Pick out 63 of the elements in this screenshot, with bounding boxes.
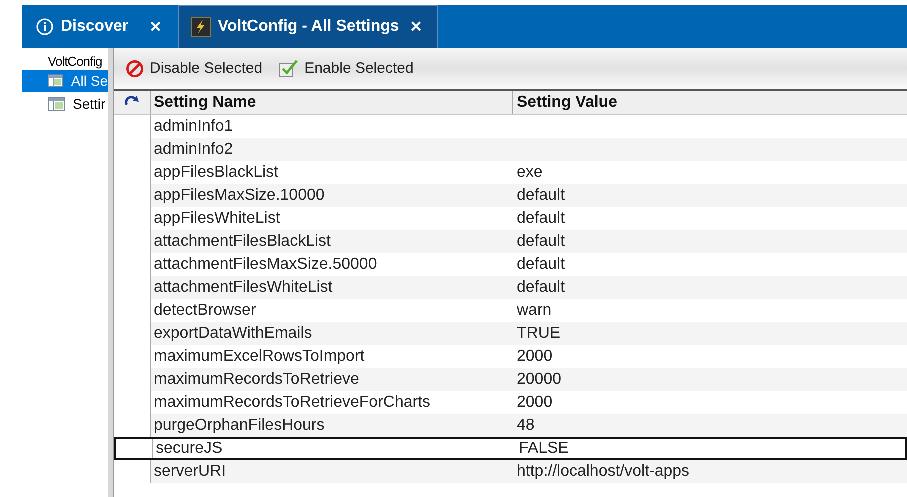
info-icon [36,18,54,36]
tree-item[interactable]: Settir [22,93,108,115]
table-row[interactable]: adminInfo1 [114,115,907,138]
table-cell-text: warn [516,300,553,320]
tree-root[interactable]: VoltConfig [22,54,108,70]
table-row[interactable]: secureJS FALSE [114,437,907,460]
table-cell-text: detectBrowser [153,300,258,320]
table-cell: 48 [513,414,907,437]
table-cell-text: default [516,254,566,274]
table-row[interactable]: exportDataWithEmails TRUE [114,322,907,345]
close-icon[interactable]: ✕ [150,18,163,36]
table-row[interactable]: maximumExcelRowsToImport 2000 [114,345,907,368]
table-cell: adminInfo2 [151,138,513,161]
table-cell: TRUE [513,322,907,345]
tab-label[interactable]: Discover [61,18,129,36]
tree-item[interactable]: All Se [22,70,108,92]
table-row[interactable]: appFilesBlackList exe [114,161,907,184]
table-row[interactable]: appFilesWhiteList default [114,207,907,230]
close-icon[interactable]: ✕ [410,18,423,36]
table-cell-text: 2000 [516,392,554,412]
table-row[interactable]: attachmentFilesMaxSize.50000 default [114,253,907,276]
table-cell-text: maximumExcelRowsToImport [153,346,366,366]
tab[interactable]: VoltConfig - All Settings ✕ [178,5,438,48]
lightning-icon [191,17,211,37]
table-row[interactable]: attachmentFilesBlackList default [114,230,907,253]
enable-button[interactable]: Enable Selected [278,60,414,78]
table-cell-text: appFilesWhiteList [153,208,282,228]
table-cell: default [513,230,907,253]
table-cell: serverURI [151,460,513,483]
table-cell: 20000 [513,368,907,391]
table-cell: default [513,184,907,207]
tree-item-label[interactable]: All Se [71,73,108,89]
table-cell: http://localhost/volt-apps [513,460,907,483]
table-row[interactable]: maximumRecordsToRetrieveForCharts 2000 [114,391,907,414]
table-row[interactable]: detectBrowser warn [114,299,907,322]
table-cell: attachmentFilesBlackList [151,230,513,253]
table-cell: purgeOrphanFilesHours [151,414,513,437]
table-cell-text: maximumRecordsToRetrieveForCharts [153,392,432,412]
tab[interactable]: Discover ✕ [22,5,178,48]
table-row[interactable]: appFilesMaxSize.10000 default [114,184,907,207]
table-cell: exportDataWithEmails [151,322,513,345]
table-cell: maximumRecordsToRetrieve [151,368,513,391]
disable-button[interactable]: Disable Selected [126,60,263,78]
table-icon [48,97,65,111]
tab-label[interactable]: VoltConfig - All Settings [218,18,400,36]
table-cell: appFilesMaxSize.10000 [151,184,513,207]
table-cell-text: 2000 [516,346,554,366]
table-cell-text: appFilesBlackList [153,162,280,182]
table-cell: attachmentFilesWhiteList [151,276,513,299]
table-cell-text: adminInfo1 [153,116,234,136]
checkbox-icon [278,60,299,78]
table-cell: default [513,276,907,299]
prohibited-icon [126,60,144,78]
table-row[interactable]: serverURI http://localhost/volt-apps [114,460,907,483]
table-row[interactable]: adminInfo2 [114,138,907,161]
table-icon [48,74,64,88]
table-row[interactable]: attachmentFilesWhiteList default [114,276,907,299]
table-cell-text: default [516,208,566,228]
table-cell-text: attachmentFilesMaxSize.50000 [153,254,378,274]
table-row[interactable]: maximumRecordsToRetrieve 20000 [114,368,907,391]
table-row[interactable]: purgeOrphanFilesHours 48 [114,414,907,437]
table-cell-text: exe [516,162,544,182]
tree-item-label[interactable]: Settir [73,96,106,112]
